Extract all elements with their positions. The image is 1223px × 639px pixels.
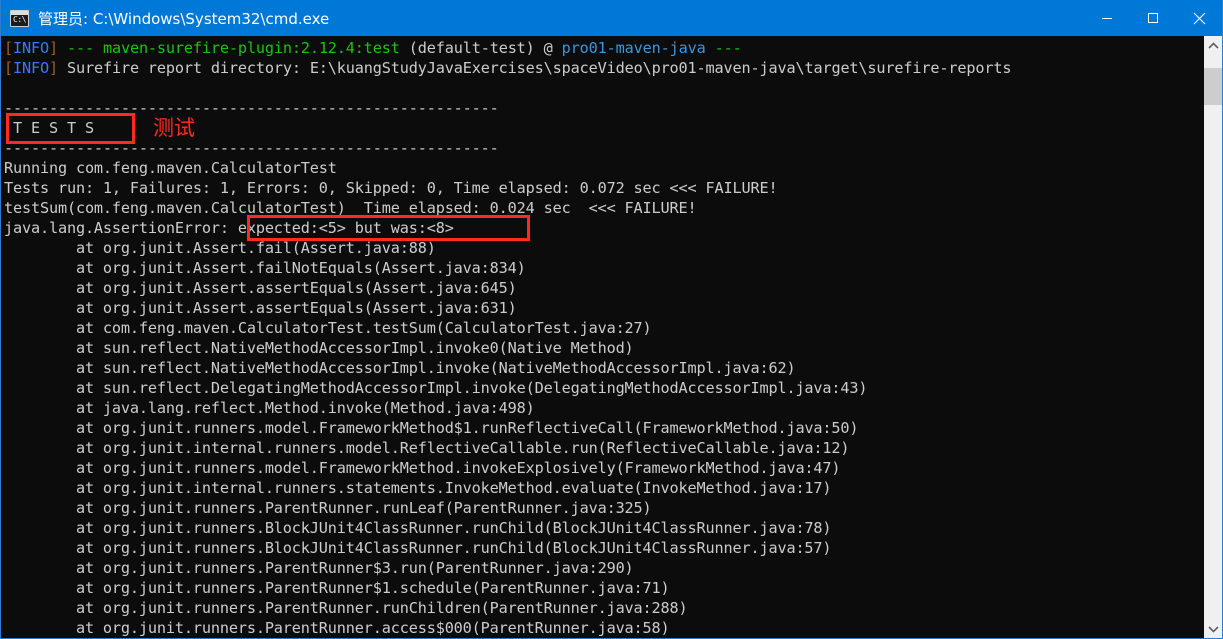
title-bar[interactable]: C:\ 管理员: C:\Windows\System32\cmd.exe [1, 0, 1222, 36]
console-line: at com.feng.maven.CalculatorTest.testSum… [4, 318, 1203, 338]
console-line: ----------------------------------------… [4, 138, 1203, 158]
scroll-track[interactable] [1204, 55, 1222, 619]
console-text: T E S T S [4, 119, 94, 137]
console-line: [INFO] Surefire report directory: E:\kua… [4, 58, 1203, 78]
scroll-thumb[interactable] [1204, 68, 1222, 105]
console-text: testSum(com.feng.maven.CalculatorTest) T… [4, 199, 697, 217]
cmd-icon-glyph: C:\ [13, 14, 26, 24]
cmd-icon: C:\ [10, 9, 29, 27]
console-text: at org.junit.runners.BlockJUnit4ClassRun… [4, 519, 832, 537]
console-line: [INFO] --- maven-surefire-plugin:2.12.4:… [4, 38, 1203, 58]
console-text: @ [543, 39, 562, 57]
console-line: at org.junit.runners.BlockJUnit4ClassRun… [4, 518, 1203, 538]
close-button[interactable] [1176, 0, 1222, 36]
console-text: [ [4, 59, 13, 77]
console-text: at sun.reflect.NativeMethodAccessorImpl.… [4, 339, 634, 357]
console-text: INFO [13, 59, 49, 77]
console-line: Tests run: 1, Failures: 1, Errors: 0, Sk… [4, 178, 1203, 198]
console-text: at org.junit.runners.ParentRunner$1.sche… [4, 579, 670, 597]
console-text: at org.junit.runners.model.FrameworkMeth… [4, 459, 841, 477]
console-text: ----------------------------------------… [4, 99, 499, 117]
console-line: at org.junit.runners.ParentRunner.access… [4, 618, 1203, 638]
console-text: --- [714, 39, 742, 57]
console-text: ] [48, 39, 67, 57]
console-text: at org.junit.Assert.failNotEquals(Assert… [4, 259, 526, 277]
console-line: at org.junit.runners.model.FrameworkMeth… [4, 418, 1203, 438]
console-text: at org.junit.runners.ParentRunner.runLea… [4, 499, 652, 517]
console-text: at org.junit.runners.ParentRunner$3.run(… [4, 559, 634, 577]
console-text: INFO [13, 39, 49, 57]
console-text: at java.lang.reflect.Method.invoke(Metho… [4, 399, 535, 417]
minimize-button[interactable] [1084, 0, 1130, 36]
console-text: pro01-maven-java [561, 39, 706, 57]
console-line: at org.junit.Assert.assertEquals(Assert.… [4, 298, 1203, 318]
console-text: at org.junit.Assert.assertEquals(Assert.… [4, 279, 517, 297]
console-text: at org.junit.runners.ParentRunner.access… [4, 619, 670, 637]
console-text: at org.junit.runners.model.FrameworkMeth… [4, 419, 859, 437]
console-line: at org.junit.internal.runners.statements… [4, 478, 1203, 498]
cmd-window: C:\ 管理员: C:\Windows\System32\cmd.exe [IN… [0, 0, 1223, 639]
maximize-button[interactable] [1130, 0, 1176, 36]
console-text: [ [4, 39, 13, 57]
console-text: maven-surefire-plugin:2.12.4:test [102, 39, 400, 57]
scroll-up-arrow[interactable] [1204, 36, 1222, 55]
console-text: at org.junit.internal.runners.statements… [4, 479, 832, 497]
console-line: at sun.reflect.NativeMethodAccessorImpl.… [4, 358, 1203, 378]
console-text: ----------------------------------------… [4, 139, 499, 157]
console-line: Running com.feng.maven.CalculatorTest [4, 158, 1203, 178]
console-text: at com.feng.maven.CalculatorTest.testSum… [4, 319, 652, 337]
console-text: ] [48, 59, 67, 77]
console-text: at sun.reflect.DelegatingMethodAccessorI… [4, 379, 868, 397]
console-text: Surefire report directory: E:\kuangStudy… [66, 59, 1012, 77]
annotation-label-tests: 测试 [153, 116, 195, 140]
console-line: at org.junit.runners.ParentRunner$3.run(… [4, 558, 1203, 578]
console-text: at org.junit.runners.ParentRunner.runChi… [4, 599, 688, 617]
console-text: at org.junit.internal.runners.model.Refl… [4, 439, 850, 457]
console-text: --- [66, 39, 103, 57]
console-line: at org.junit.runners.ParentRunner.runLea… [4, 498, 1203, 518]
title-bar-left: C:\ 管理员: C:\Windows\System32\cmd.exe [1, 8, 1084, 29]
console-text: at org.junit.runners.BlockJUnit4ClassRun… [4, 539, 832, 557]
console-text: at org.junit.Assert.fail(Assert.java:88) [4, 239, 436, 257]
console-line: at org.junit.Assert.assertEquals(Assert.… [4, 278, 1203, 298]
console-line: at sun.reflect.DelegatingMethodAccessorI… [4, 378, 1203, 398]
console-text: java.lang.AssertionError: expected:<5> b… [4, 219, 454, 237]
window-title: 管理员: C:\Windows\System32\cmd.exe [38, 9, 330, 28]
console-line: at org.junit.runners.ParentRunner$1.sche… [4, 578, 1203, 598]
vertical-scrollbar[interactable] [1203, 36, 1222, 638]
console-line: testSum(com.feng.maven.CalculatorTest) T… [4, 198, 1203, 218]
console-line: at org.junit.runners.BlockJUnit4ClassRun… [4, 538, 1203, 558]
console-line: at java.lang.reflect.Method.invoke(Metho… [4, 398, 1203, 418]
console-text: (default-test) [399, 39, 544, 57]
console-line: at org.junit.internal.runners.model.Refl… [4, 438, 1203, 458]
console-line: at org.junit.Assert.failNotEquals(Assert… [4, 258, 1203, 278]
console-text: at sun.reflect.NativeMethodAccessorImpl.… [4, 359, 796, 377]
console-line: at org.junit.runners.ParentRunner.runChi… [4, 598, 1203, 618]
console-line: at org.junit.Assert.fail(Assert.java:88) [4, 238, 1203, 258]
console-text: at org.junit.Assert.assertEquals(Assert.… [4, 299, 517, 317]
window-controls [1084, 0, 1222, 36]
console-line: ----------------------------------------… [4, 98, 1203, 118]
console-line: java.lang.AssertionError: expected:<5> b… [4, 218, 1203, 238]
console-line: at org.junit.runners.model.FrameworkMeth… [4, 458, 1203, 478]
console-text: Running com.feng.maven.CalculatorTest [4, 159, 337, 177]
scroll-down-arrow[interactable] [1204, 619, 1222, 638]
console-line: at sun.reflect.NativeMethodAccessorImpl.… [4, 338, 1203, 358]
console-text: Tests run: 1, Failures: 1, Errors: 0, Sk… [4, 179, 778, 197]
